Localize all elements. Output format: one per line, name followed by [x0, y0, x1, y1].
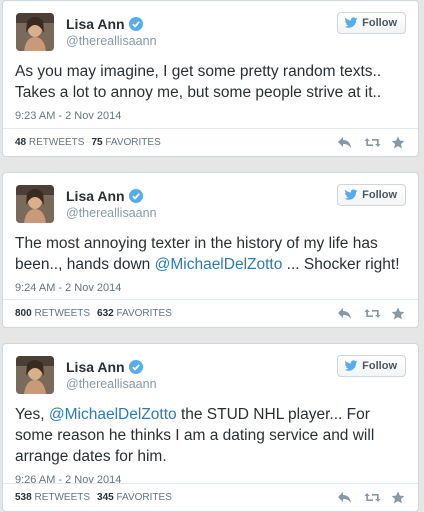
- reply-icon[interactable]: [337, 307, 352, 320]
- retweet-count[interactable]: 538 RETWEETS: [15, 492, 90, 503]
- tweet-stats: 48 RETWEETS 75 FAVORITES: [3, 128, 418, 156]
- tweet-timestamp[interactable]: 9:24 AM - 2 Nov 2014: [15, 282, 406, 294]
- follow-label: Follow: [362, 17, 397, 29]
- user-name[interactable]: Lisa Ann: [66, 16, 143, 32]
- tweet-text: As you may imagine, I get some pretty ra…: [15, 63, 382, 101]
- follow-label: Follow: [362, 189, 397, 201]
- follow-button[interactable]: Follow: [337, 12, 406, 34]
- twitter-bird-icon: [344, 17, 358, 28]
- screen-name[interactable]: @thereallisaann: [66, 34, 157, 48]
- tweet-timestamp[interactable]: 9:23 AM - 2 Nov 2014: [15, 110, 406, 122]
- retweet-icon[interactable]: [364, 307, 381, 320]
- user-name[interactable]: Lisa Ann: [66, 188, 143, 204]
- screen-name[interactable]: @thereallisaann: [66, 377, 157, 391]
- tweet-stats: 800 RETWEETS 632 FAVORITES: [3, 299, 418, 327]
- favorite-count[interactable]: 75 FAVORITES: [91, 137, 160, 148]
- verified-badge-icon: [128, 360, 143, 374]
- reply-icon[interactable]: [337, 136, 352, 149]
- follow-label: Follow: [362, 360, 397, 372]
- tweet-stats: 538 RETWEETS 345 FAVORITES: [3, 483, 418, 511]
- tweet-text: The most annoying texter in the history …: [15, 235, 400, 273]
- follow-button[interactable]: Follow: [337, 355, 406, 377]
- screen-name[interactable]: @thereallisaann: [66, 206, 157, 220]
- favorite-star-icon[interactable]: [391, 307, 406, 320]
- favorite-count[interactable]: 345 FAVORITES: [97, 492, 172, 503]
- favorite-star-icon[interactable]: [391, 491, 406, 504]
- verified-badge-icon: [128, 17, 143, 31]
- verified-badge-icon: [128, 189, 143, 203]
- tweet-card: Lisa Ann @thereallisaann Follow As you m…: [2, 0, 419, 157]
- mention-link[interactable]: @MichaelDelZotto: [155, 256, 283, 273]
- favorite-star-icon[interactable]: [391, 136, 406, 149]
- tweet-card: Lisa Ann @thereallisaann Follow The most…: [2, 172, 419, 328]
- favorite-count[interactable]: 632 FAVORITES: [97, 308, 172, 319]
- twitter-bird-icon: [344, 360, 358, 371]
- retweet-count[interactable]: 48 RETWEETS: [15, 137, 84, 148]
- tweet-text: Yes, @MichaelDelZotto the STUD NHL playe…: [15, 406, 375, 465]
- retweet-count[interactable]: 800 RETWEETS: [15, 308, 90, 319]
- twitter-bird-icon: [344, 189, 358, 200]
- user-name[interactable]: Lisa Ann: [66, 359, 143, 375]
- retweet-icon[interactable]: [364, 136, 381, 149]
- avatar[interactable]: [16, 13, 54, 51]
- tweet-card: Lisa Ann @thereallisaann Follow Yes, @Mi…: [2, 343, 419, 512]
- reply-icon[interactable]: [337, 491, 352, 504]
- avatar[interactable]: [16, 185, 54, 223]
- mention-link[interactable]: @MichaelDelZotto: [49, 406, 177, 423]
- avatar[interactable]: [16, 356, 54, 394]
- retweet-icon[interactable]: [364, 491, 381, 504]
- follow-button[interactable]: Follow: [337, 184, 406, 206]
